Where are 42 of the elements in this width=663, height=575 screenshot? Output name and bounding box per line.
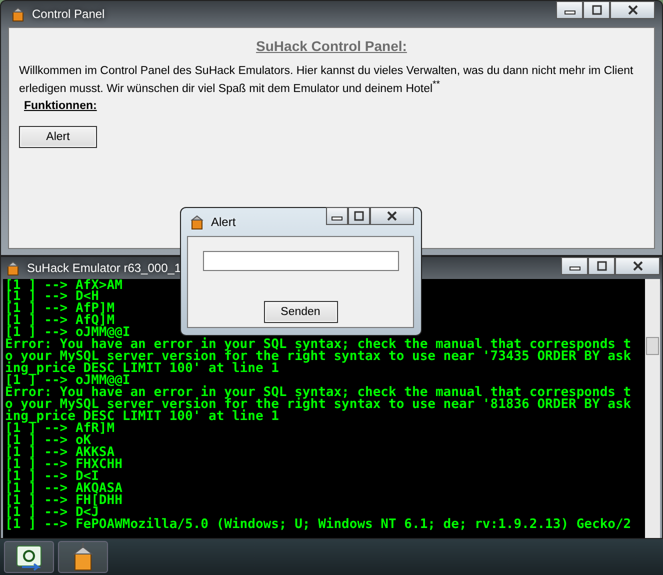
alert-button[interactable]: Alert — [19, 126, 97, 148]
console-line: [1 ] --> FH[DHH — [5, 494, 122, 507]
maximize-icon — [594, 260, 608, 271]
console-line: [1 ] --> AfX>AM — [5, 280, 122, 292]
console-line: [1 ] --> AfP]M — [5, 303, 115, 316]
panel-heading: SuHack Control Panel: — [255, 38, 408, 54]
minimize-button[interactable] — [561, 256, 588, 275]
maximize-icon — [590, 5, 604, 15]
scrollbar[interactable] — [645, 278, 660, 538]
console-line: [1 ] --> AfQ]M — [5, 315, 115, 328]
console-line: [1 ] --> AKKSA — [5, 446, 115, 459]
box-icon — [189, 214, 205, 230]
console-line: ing_price DESC LIMIT 100' at line 1 — [5, 363, 279, 376]
close-button[interactable] — [615, 256, 660, 275]
console-line: [1 ] --> oJMM@@I — [5, 327, 130, 340]
console-line: ing_price DESC LIMIT 100' at line 1 — [5, 411, 279, 423]
close-icon — [630, 260, 644, 271]
console-line: [1 ] --> FHXCHH — [5, 458, 122, 471]
window-title: Control Panel — [32, 7, 105, 21]
close-icon — [385, 211, 399, 221]
maximize-icon — [352, 211, 366, 221]
minimize-button[interactable] — [326, 207, 348, 225]
close-button[interactable] — [370, 207, 414, 225]
section-label: Funktionnen: — [24, 100, 98, 112]
window-title: SuHack Emulator r63_000_1 — [27, 260, 182, 275]
intro-text: Willkommen im Control Panel des SuHack Emulators. Hier kannst du vieles Verwalten, was du dann nicht mehr im Client erledigen musst. Wir wünschen dir viel Spaß mit dem Emulator und deinem Hotel$^{**}$ — [19, 64, 634, 96]
box-icon — [5, 260, 21, 276]
box-icon — [10, 6, 26, 22]
console-line: [1 ] --> oK — [5, 434, 92, 447]
window-title: Alert — [211, 215, 236, 229]
text-field[interactable] — [202, 251, 398, 271]
console-line: [1 ] --> AKQASA — [5, 482, 122, 495]
console-line: [1 ] --> D<J — [5, 506, 99, 519]
send-button[interactable]: Senden — [264, 301, 338, 323]
maximize-button[interactable] — [583, 1, 610, 19]
maximize-button[interactable] — [348, 207, 370, 225]
console-line: [1 ] --> FePOAWMozilla/5.0 (Windows; U; Windows NT 6.1; de; rv:1.9.2.13) Gecko/2 — [5, 518, 632, 531]
maximize-button[interactable] — [588, 256, 615, 275]
close-button[interactable] — [610, 1, 655, 19]
minimize-button[interactable] — [556, 1, 583, 19]
console-line: [1 ] --> D<I — [5, 470, 99, 483]
close-icon — [626, 5, 640, 15]
